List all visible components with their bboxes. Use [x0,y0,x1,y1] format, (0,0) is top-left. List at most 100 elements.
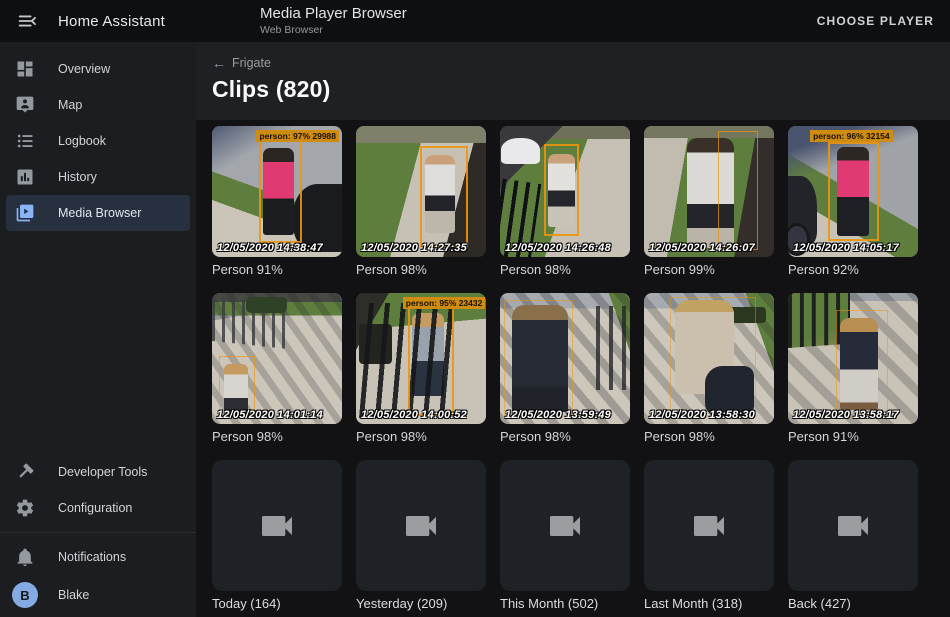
detection-bbox [828,142,879,242]
clip-thumbnail[interactable]: person: 95% 23432 12/05/2020 14:00:52 [356,293,486,424]
sidebar-item-label: Overview [58,62,110,76]
clip-cell: person: 97% 29988 12/05/2020 14:38:47 Pe… [212,126,342,278]
folder-tile-last-month[interactable] [644,460,774,591]
clip-thumbnail[interactable]: person: 96% 32154 12/05/2020 14:05:17 [788,126,918,257]
back-arrow-icon: ← [212,56,226,70]
clip-cell: 12/05/2020 14:26:48 Person 98% [500,126,630,278]
clip-timestamp: 12/05/2020 13:58:30 [649,409,755,421]
sidebar-divider [0,532,196,533]
video-camera-icon [401,506,441,546]
user-avatar: B [12,582,38,608]
detection-label: person: 95% 23432 [403,297,486,309]
clip-cell: person: 95% 23432 12/05/2020 14:00:52 Pe… [356,293,486,445]
video-camera-icon [689,506,729,546]
hammer-icon [15,462,35,482]
clip-thumbnail[interactable]: 12/05/2020 13:58:17 [788,293,918,424]
sidebar-item-label: Notifications [58,550,126,564]
sidebar-item-map[interactable]: Map [6,87,190,123]
video-camera-icon [257,506,297,546]
sidebar: Overview Map Logbook [0,42,196,617]
clip-cell: 12/05/2020 14:26:07 Person 99% [644,126,774,278]
clip-cell: 12/05/2020 13:59:49 Person 98% [500,293,630,445]
clip-thumbnail[interactable]: 12/05/2020 13:59:49 [500,293,630,424]
video-camera-icon [833,506,873,546]
clip-thumbnail[interactable]: person: 97% 29988 12/05/2020 14:38:47 [212,126,342,257]
folder-caption: This Month (502) [500,596,630,612]
clip-timestamp: 12/05/2020 14:00:52 [361,409,467,421]
folder-tile-yesterday[interactable] [356,460,486,591]
clips-browser-body: person: 97% 29988 12/05/2020 14:38:47 Pe… [196,120,950,617]
clip-timestamp: 12/05/2020 13:59:49 [505,409,611,421]
clip-timestamp: 12/05/2020 13:58:17 [793,409,899,421]
list-bulleted-icon [15,131,35,151]
sidebar-item-user-profile[interactable]: B Blake [6,575,190,615]
folder-cell: Last Month (318) [644,460,774,612]
folder-cell: Yesterday (209) [356,460,486,612]
app-title: Home Assistant [58,13,165,30]
dashboard-icon [15,59,35,79]
sidebar-toggle-button[interactable] [12,6,42,36]
detection-label: person: 97% 29988 [256,130,339,142]
sidebar-item-developer-tools[interactable]: Developer Tools [6,454,190,490]
clip-timestamp: 12/05/2020 14:01:14 [217,409,323,421]
player-header: Media Player Browser Web Browser [260,5,407,37]
clip-caption: Person 98% [356,429,486,445]
sidebar-bottom-group: Developer Tools Configuration Notificati… [0,454,196,615]
app-header: Home Assistant Media Player Browser Web … [0,0,950,42]
clip-caption: Person 91% [212,262,342,278]
clip-thumbnail[interactable]: 12/05/2020 14:26:48 [500,126,630,257]
clip-timestamp: 12/05/2020 14:05:17 [793,242,899,254]
detection-bbox [259,140,302,242]
clip-cell: 12/05/2020 14:27:35 Person 98% [356,126,486,278]
sidebar-item-label: Logbook [58,134,106,148]
folder-caption: Back (427) [788,596,918,612]
sidebar-item-notifications[interactable]: Notifications [6,539,190,575]
detection-bbox [408,305,454,416]
detection-bbox [504,300,573,418]
sidebar-item-configuration[interactable]: Configuration [6,490,190,526]
sidebar-item-history[interactable]: History [6,159,190,195]
user-name-label: Blake [58,588,89,602]
folder-tile-this-month[interactable] [500,460,630,591]
video-camera-icon [545,506,585,546]
clip-timestamp: 12/05/2020 14:27:35 [361,242,467,254]
folder-caption: Yesterday (209) [356,596,486,612]
scene-shape [501,138,540,164]
clip-thumbnail[interactable]: 12/05/2020 14:01:14 [212,293,342,424]
folder-caption: Last Month (318) [644,596,774,612]
sidebar-item-label: Configuration [58,501,132,515]
clip-timestamp: 12/05/2020 14:26:07 [649,242,755,254]
folder-cell: Back (427) [788,460,918,612]
clip-caption: Person 98% [500,429,630,445]
scene-shape [246,297,288,313]
breadcrumb-label: Frigate [232,56,271,70]
folder-tile-back[interactable] [788,460,918,591]
choose-player-button[interactable]: CHOOSE PLAYER [811,0,940,42]
clip-thumbnail[interactable]: 12/05/2020 13:58:30 [644,293,774,424]
breadcrumb-back[interactable]: ← Frigate [212,56,271,70]
clip-timestamp: 12/05/2020 14:38:47 [217,242,323,254]
folder-cell: Today (164) [212,460,342,612]
player-subtitle: Web Browser [260,24,407,37]
media-browser-content: ← Frigate Clips (820) person: 97% 29988 … [196,42,950,617]
bell-icon [15,547,35,567]
clip-caption: Person 98% [356,262,486,278]
sidebar-item-label: Media Browser [58,206,141,220]
clip-thumbnail[interactable]: 12/05/2020 14:27:35 [356,126,486,257]
sidebar-item-logbook[interactable]: Logbook [6,123,190,159]
sidebar-item-media-browser[interactable]: Media Browser [6,195,190,231]
clip-cell: 12/05/2020 14:01:14 Person 98% [212,293,342,445]
clips-grid: person: 97% 29988 12/05/2020 14:38:47 Pe… [212,126,934,612]
folder-tile-today[interactable] [212,460,342,591]
clip-caption: Person 98% [212,429,342,445]
sidebar-item-overview[interactable]: Overview [6,51,190,87]
clip-caption: Person 91% [788,429,918,445]
detection-bbox [219,356,255,416]
clip-cell: 12/05/2020 13:58:30 Person 98% [644,293,774,445]
clip-caption: Person 99% [644,262,774,278]
tooltip-account-icon [15,95,35,115]
clip-thumbnail[interactable]: 12/05/2020 14:26:07 [644,126,774,257]
clip-caption: Person 98% [644,429,774,445]
clip-cell: 12/05/2020 13:58:17 Person 91% [788,293,918,445]
content-header: ← Frigate Clips (820) [196,42,950,120]
